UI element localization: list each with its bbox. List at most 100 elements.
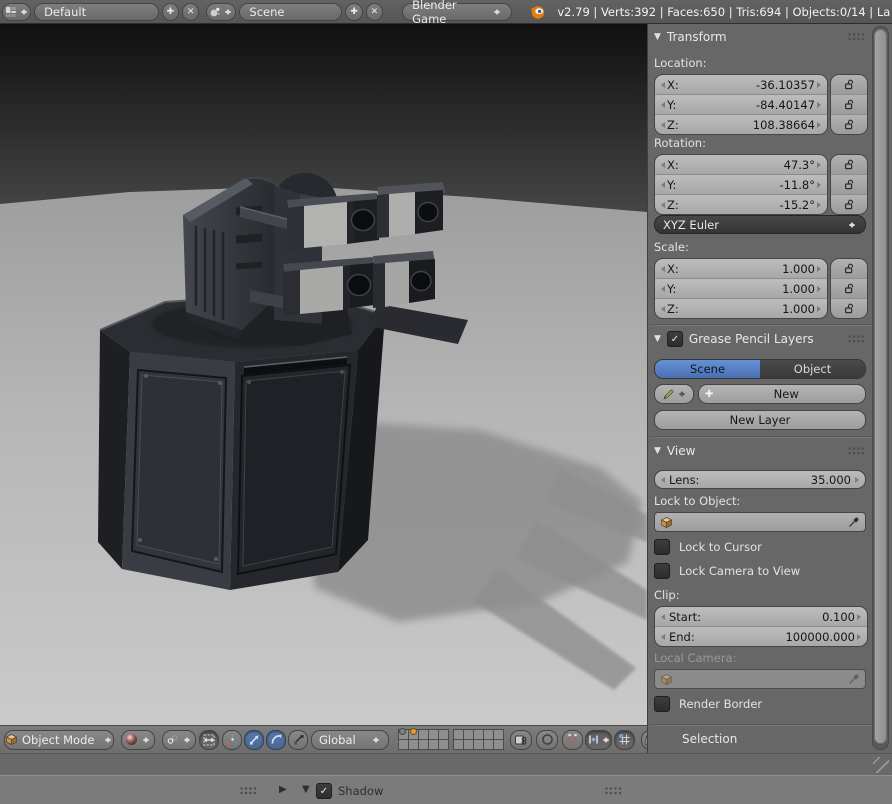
grease-pencil-checkbox[interactable]: ✓	[667, 331, 683, 347]
layer-cell[interactable]	[494, 740, 503, 749]
lock-to-cursor-checkbox[interactable]	[654, 539, 670, 555]
layer-cell[interactable]	[474, 740, 483, 749]
manipulator-axes-button[interactable]	[222, 730, 242, 750]
lock-to-object-field[interactable]	[654, 512, 866, 532]
mode-selector[interactable]: Object Mode	[4, 730, 114, 750]
rotation-y-field[interactable]: Y:-11.8°	[655, 174, 827, 194]
layer-cell[interactable]	[464, 730, 473, 739]
rotate-manipulator-button[interactable]	[266, 730, 286, 750]
selection-panel-header[interactable]: Selection	[682, 730, 737, 748]
lock-scale-z-button[interactable]	[831, 298, 867, 318]
transform-panel-header[interactable]: ▼ Transform	[654, 28, 727, 46]
new-layer-button[interactable]: New Layer	[654, 410, 866, 430]
rotation-z-field[interactable]: Z:-15.2°	[655, 194, 827, 214]
lock-to-cursor-row[interactable]: Lock to Cursor	[654, 539, 762, 555]
layer-cell[interactable]	[419, 730, 428, 739]
panel-drag-grip[interactable]	[605, 787, 623, 796]
layer-cell[interactable]	[429, 730, 438, 739]
snap-target-button[interactable]	[614, 730, 635, 750]
sidebar-scrollbar[interactable]	[872, 26, 889, 750]
layer-cell[interactable]	[419, 740, 428, 749]
lock-to-scene-button[interactable]	[510, 730, 532, 750]
clip-start-field[interactable]: Start:0.100	[655, 607, 867, 626]
screen-layout-selector[interactable]: Default	[34, 3, 159, 21]
layer-cell[interactable]	[454, 730, 463, 739]
scale-y-field[interactable]: Y:1.000	[655, 278, 827, 298]
layers-grid-1[interactable]	[398, 729, 449, 750]
tab-scene[interactable]: Scene	[655, 360, 760, 378]
shadow-panel-expand-icon[interactable]: ▼	[302, 784, 310, 795]
rotation-x-field[interactable]: X:47.3°	[655, 155, 827, 174]
lock-location-z-button[interactable]	[831, 114, 867, 134]
layer-cell[interactable]	[439, 740, 448, 749]
layer-cell[interactable]	[429, 740, 438, 749]
scale-manipulator-button[interactable]	[288, 730, 308, 750]
layer-cell[interactable]	[454, 740, 463, 749]
collapsed-panel-icon[interactable]: ▶	[279, 784, 287, 795]
lock-location-x-button[interactable]	[831, 75, 867, 94]
3d-viewport-scene[interactable]	[0, 24, 647, 725]
pivot-point-selector[interactable]	[162, 730, 196, 750]
layer-cell[interactable]	[474, 730, 483, 739]
snap-element-selector[interactable]	[585, 730, 612, 750]
view-panel-header[interactable]: ▼ View	[654, 442, 695, 460]
region-resize-corner[interactable]	[873, 757, 889, 773]
transform-orientation-selector[interactable]: Global	[311, 730, 389, 750]
scene-selector[interactable]: Scene	[239, 3, 342, 21]
scale-z-field[interactable]: Z:1.000	[655, 298, 827, 318]
close-scene-button[interactable]: ✕	[366, 3, 383, 21]
layers-grid-2[interactable]	[453, 729, 504, 750]
location-x-field[interactable]: X:-36.10357	[655, 75, 827, 94]
grease-pencil-panel-header[interactable]: ▼ ✓ Grease Pencil Layers	[654, 330, 814, 348]
panel-drag-grip[interactable]	[240, 787, 258, 796]
layer-cell[interactable]	[494, 730, 503, 739]
editor-type-button[interactable]	[2, 3, 31, 21]
location-z-field[interactable]: Z:108.38664	[655, 114, 827, 134]
scene-lock-icon	[514, 733, 528, 747]
add-layout-button[interactable]: ✚	[162, 3, 179, 21]
local-camera-field[interactable]	[654, 669, 866, 689]
dropdown-arrows-icon	[183, 734, 192, 746]
layer-cell[interactable]	[409, 740, 418, 749]
eyedropper-icon[interactable]	[848, 516, 860, 528]
location-y-field[interactable]: Y:-84.40147	[655, 94, 827, 114]
proportional-edit-button[interactable]	[536, 730, 558, 750]
lock-rotation-z-button[interactable]	[831, 194, 867, 214]
scene-browse-button[interactable]	[206, 3, 236, 21]
render-border-row[interactable]: Render Border	[654, 696, 762, 712]
rotation-mode-selector[interactable]: XYZ Euler	[654, 215, 866, 234]
add-scene-button[interactable]: ✚	[345, 3, 362, 21]
layer-cell[interactable]	[399, 740, 408, 749]
lock-camera-row[interactable]: Lock Camera to View	[654, 563, 800, 579]
lock-rotation-y-button[interactable]	[831, 174, 867, 194]
lock-camera-checkbox[interactable]	[654, 563, 670, 579]
lock-location-y-button[interactable]	[831, 94, 867, 114]
viewport-shading-selector[interactable]	[121, 730, 155, 750]
scale-x-field[interactable]: X:1.000	[655, 259, 827, 278]
eyedropper-icon[interactable]	[848, 673, 860, 685]
lock-scale-y-button[interactable]	[831, 278, 867, 298]
layer-cell[interactable]	[464, 740, 473, 749]
layer-cell[interactable]	[484, 730, 493, 739]
lock-rotation-x-button[interactable]	[831, 155, 867, 174]
render-border-checkbox[interactable]	[654, 696, 670, 712]
panel-drag-grip[interactable]	[848, 33, 866, 42]
panel-drag-grip[interactable]	[848, 335, 866, 344]
clip-end-field[interactable]: End:100000.000	[655, 626, 867, 646]
panel-drag-grip[interactable]	[848, 447, 866, 456]
shadow-checkbox[interactable]: ✓	[316, 783, 332, 799]
3d-viewport[interactable]: Object Mode Global	[0, 24, 647, 753]
snap-toggle-button[interactable]	[562, 730, 583, 750]
lens-slider[interactable]: Lens: 35.000	[654, 470, 866, 489]
grease-pencil-data-selector[interactable]	[654, 384, 694, 404]
scrollbar-thumb[interactable]	[874, 29, 887, 744]
layer-cell[interactable]	[484, 740, 493, 749]
layer-cell[interactable]	[439, 730, 448, 739]
manipulator-toggle-button[interactable]	[199, 730, 219, 750]
translate-manipulator-button[interactable]	[244, 730, 264, 750]
lock-scale-x-button[interactable]	[831, 259, 867, 278]
tab-object[interactable]: Object	[760, 360, 865, 378]
close-layout-button[interactable]: ✕	[182, 3, 199, 21]
new-grease-pencil-button[interactable]: ✚ New	[698, 384, 866, 404]
render-engine-selector[interactable]: Blender Game	[402, 3, 512, 21]
